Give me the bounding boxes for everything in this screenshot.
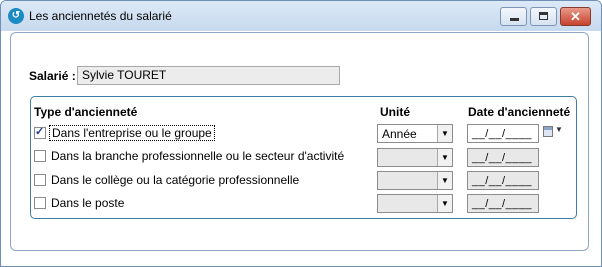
date-field-poste[interactable]: __/__/____: [467, 194, 539, 213]
app-logo-icon: ↺: [8, 8, 24, 24]
chevron-down-icon[interactable]: ▼: [437, 149, 452, 166]
chevron-down-icon[interactable]: ▼: [437, 172, 452, 189]
minimize-button[interactable]: [500, 7, 527, 26]
unite-select-poste[interactable]: ▼: [377, 194, 453, 213]
close-icon: ✕: [570, 9, 581, 24]
date-field-entreprise[interactable]: __/__/____: [467, 124, 539, 143]
window-title: Les anciennetés du salarié: [29, 9, 172, 23]
label-college[interactable]: Dans le collège ou la catégorie professi…: [49, 173, 301, 187]
checkbox-college[interactable]: [34, 174, 46, 186]
header-date: Date d'ancienneté: [468, 105, 571, 119]
minimize-icon: [510, 18, 519, 21]
salarie-label: Salarié :: [29, 69, 76, 83]
checkbox-entreprise[interactable]: [34, 125, 46, 139]
unite-select-branche[interactable]: ▼: [377, 148, 453, 167]
date-field-college[interactable]: __/__/____: [467, 171, 539, 190]
checkbox-poste[interactable]: [34, 197, 46, 209]
label-poste[interactable]: Dans le poste: [49, 196, 126, 210]
maximize-icon: [539, 12, 548, 20]
calendar-icon: [543, 126, 553, 137]
chevron-down-icon[interactable]: ▼: [437, 125, 452, 142]
unite-select-college[interactable]: ▼: [377, 171, 453, 190]
unite-value-entreprise: Année: [382, 127, 417, 141]
chevron-down-icon[interactable]: ▼: [437, 195, 452, 212]
calendar-button[interactable]: ▼: [543, 125, 565, 140]
close-button[interactable]: ✕: [560, 7, 591, 26]
header-unite: Unité: [380, 105, 410, 119]
unite-select-entreprise[interactable]: Année ▼: [377, 124, 453, 143]
title-bar[interactable]: ↺ Les anciennetés du salarié ✕: [1, 1, 601, 31]
header-type: Type d'ancienneté: [34, 105, 138, 119]
chevron-down-icon: ▼: [555, 125, 563, 134]
maximize-button[interactable]: [530, 7, 557, 26]
date-field-branche[interactable]: __/__/____: [467, 148, 539, 167]
label-entreprise[interactable]: Dans l'entreprise ou le groupe: [49, 125, 215, 141]
salarie-field: Sylvie TOURET: [77, 66, 340, 85]
checkbox-branche[interactable]: [34, 150, 46, 162]
label-branche[interactable]: Dans la branche professionnelle ou le se…: [49, 149, 346, 163]
